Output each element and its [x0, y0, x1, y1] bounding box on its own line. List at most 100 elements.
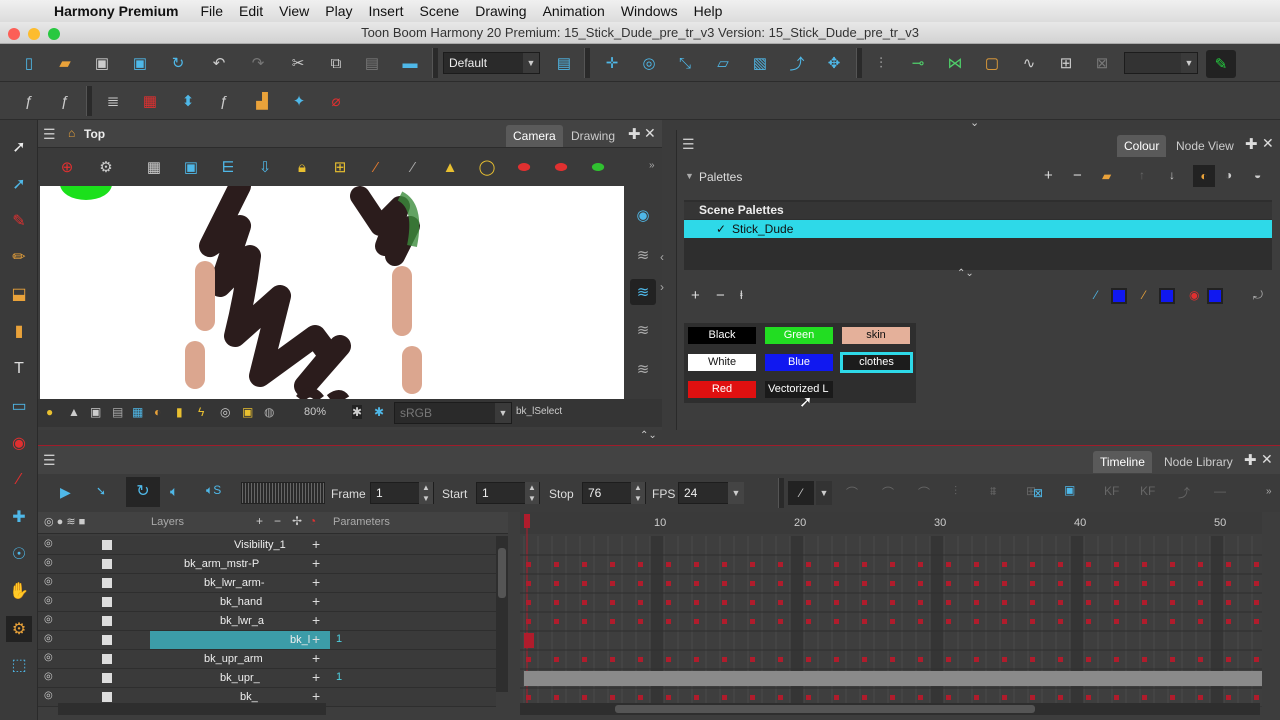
script-function-icon[interactable]: ƒ — [211, 88, 237, 114]
tab-camera[interactable]: Camera — [506, 125, 563, 147]
deformer-icon[interactable]: ⫶ — [868, 50, 894, 76]
menu-icon[interactable]: ☰ — [43, 126, 56, 143]
close-icon[interactable]: ✕ — [644, 125, 656, 142]
layer-name[interactable]: bk_lwr_a — [220, 612, 326, 630]
layer-row[interactable]: ◎ bk_arm_mstr-P + — [38, 555, 496, 574]
menu-icon[interactable]: ☰ — [682, 136, 695, 153]
layer-color-box[interactable] — [102, 578, 112, 588]
layer-stack-up-icon[interactable]: ≋ — [630, 317, 656, 343]
enable-icon[interactable]: ◎ — [44, 576, 53, 587]
fill-colour-icon[interactable]: ◉ — [1189, 288, 1199, 302]
paint-bucket-icon[interactable]: ◉ — [6, 430, 32, 456]
sound-scrub-icon[interactable]: 🔈︎S — [206, 483, 221, 498]
camera-timeline-icon[interactable]: ▣ — [1064, 483, 1075, 497]
menu-view[interactable]: View — [271, 3, 317, 19]
grid-icon[interactable]: ▦ — [141, 154, 167, 180]
tab-drawing[interactable]: Drawing — [564, 125, 622, 147]
game-bone-icon[interactable]: ⋈ — [942, 50, 968, 76]
palette-mode-3-icon[interactable]: ◒ — [1254, 168, 1261, 182]
frame-icon[interactable]: ▣ — [90, 405, 101, 419]
layer-name[interactable]: bk_lwr_arm- — [204, 574, 326, 592]
zoom-level[interactable]: 80% — [304, 406, 326, 418]
close-icon[interactable]: ✕ — [1262, 135, 1274, 152]
brush-colour-swatch[interactable] — [1111, 288, 1127, 304]
menu-play[interactable]: Play — [317, 3, 360, 19]
envelope-icon[interactable]: ▢ — [979, 50, 1005, 76]
function-editor-icon[interactable]: ƒ — [52, 88, 78, 114]
download-icon[interactable]: ⇩ — [252, 154, 278, 180]
add-view-icon[interactable]: ✚ — [628, 125, 641, 143]
swatch-blue[interactable]: Blue — [765, 354, 833, 371]
transform-icon[interactable]: ✛ — [599, 50, 625, 76]
workspace-icon[interactable]: ▬ — [397, 50, 423, 76]
scroll-thumb[interactable] — [615, 705, 1035, 713]
contour-editor-icon[interactable]: ➚ — [6, 171, 32, 197]
chevron-down-icon[interactable]: ▼ — [816, 481, 832, 505]
link-icon[interactable]: ⤾ — [1253, 288, 1263, 303]
resize-handle-icon[interactable]: ⌃⌄ — [957, 268, 974, 279]
rectangle-icon[interactable]: ▭ — [6, 393, 32, 419]
bone-icon[interactable]: ⊸ — [905, 50, 931, 76]
line-icon[interactable]: ⁄ — [363, 154, 389, 180]
expand-layer-icon[interactable]: + — [312, 650, 320, 666]
pencil-icon[interactable]: ✏ — [6, 244, 32, 270]
open-folder-icon[interactable]: ▰ — [52, 50, 78, 76]
playback-speed-slider[interactable] — [241, 482, 325, 504]
add-lock-icon[interactable]: ⊞ — [327, 154, 353, 180]
palette-folder-icon[interactable]: ▰ — [1102, 169, 1111, 183]
close-window-button[interactable] — [8, 28, 20, 40]
magic-wand-icon[interactable]: ✦ — [286, 88, 312, 114]
remove-layer-icon[interactable]: − — [274, 514, 281, 528]
safe-area-icon[interactable]: ▣ — [178, 154, 204, 180]
layer-row[interactable]: ◎ bk_l +1 — [38, 631, 496, 650]
layer-color-box[interactable] — [102, 673, 112, 683]
menu-edit[interactable]: Edit — [231, 3, 271, 19]
move-up-icon[interactable]: ↑ — [1139, 168, 1145, 182]
globe-icon[interactable]: ◍ — [264, 405, 274, 419]
palette-mode-icon[interactable]: ◐ — [1193, 165, 1215, 187]
keyframe-2-icon[interactable]: KF — [1140, 484, 1155, 498]
layer-color-box[interactable] — [102, 597, 112, 607]
palette-mode-2-icon[interactable]: ◑ — [1225, 168, 1232, 182]
frame-grid[interactable]: 10 20 30 40 50 — [520, 512, 1262, 707]
pin-icon[interactable]: ⬍ — [175, 88, 201, 114]
redo-icon[interactable]: ↷ — [245, 50, 271, 76]
menu-drawing[interactable]: Drawing — [467, 3, 534, 19]
expand-layer-icon[interactable]: + — [312, 593, 320, 609]
collapse-right-icon[interactable]: › — [660, 280, 664, 294]
layer-name[interactable]: bk_l — [150, 631, 330, 649]
collapse-left-icon[interactable]: ‹ — [660, 250, 664, 264]
swatch-black[interactable]: Black — [688, 327, 756, 344]
ease-in-icon[interactable]: ⌒ — [882, 484, 894, 501]
pivot-icon[interactable]: ✚ — [6, 504, 32, 530]
layer-row[interactable]: ◎ bk_upr_ +1 — [38, 669, 496, 688]
chevron-down-icon[interactable]: ▼ — [728, 482, 744, 504]
layer-row[interactable]: ◎ bk_lwr_a + — [38, 612, 496, 631]
enable-icon[interactable]: ◎ — [44, 557, 53, 568]
colorspace-select[interactable]: sRGB ▼ — [394, 402, 512, 424]
no-draw-icon[interactable]: ⌀ — [323, 88, 349, 114]
pencil-colour-swatch[interactable] — [1159, 288, 1175, 304]
close-icon[interactable]: ✕ — [1261, 451, 1273, 468]
curve-timeline-icon[interactable]: ⤴ — [1178, 484, 1190, 501]
cut-icon[interactable]: ✂ — [285, 50, 311, 76]
frame-horizontal-scrollbar[interactable] — [520, 703, 1260, 715]
layer-color-box[interactable] — [102, 540, 112, 550]
layer-color-box[interactable] — [102, 654, 112, 664]
expand-layer-icon[interactable]: + — [312, 688, 320, 704]
layer-color-box[interactable] — [102, 635, 112, 645]
render-icon[interactable]: ✱ — [352, 405, 363, 419]
enable-icon[interactable]: ◎ — [44, 652, 53, 663]
stop-stepper[interactable]: ▲ ▼ — [631, 482, 645, 504]
colour-options-icon[interactable]: ⱡ — [740, 288, 743, 302]
flare-icon[interactable]: ✱ — [374, 405, 384, 419]
ease-icon[interactable]: ⌒ — [846, 484, 858, 501]
menu-scene[interactable]: Scene — [412, 3, 468, 19]
expand-down-icon[interactable]: ⌄ — [970, 116, 979, 129]
insert-keyframe-icon[interactable]: ⊠ — [1026, 481, 1050, 505]
swatch-red[interactable]: Red — [688, 381, 756, 398]
stop-motion-icon[interactable]: ⩩ — [990, 484, 996, 499]
expand-layer-icon[interactable]: + — [312, 669, 320, 685]
target-icon[interactable]: ◎ — [220, 405, 230, 419]
lightning-icon[interactable]: ϟ — [198, 405, 204, 419]
